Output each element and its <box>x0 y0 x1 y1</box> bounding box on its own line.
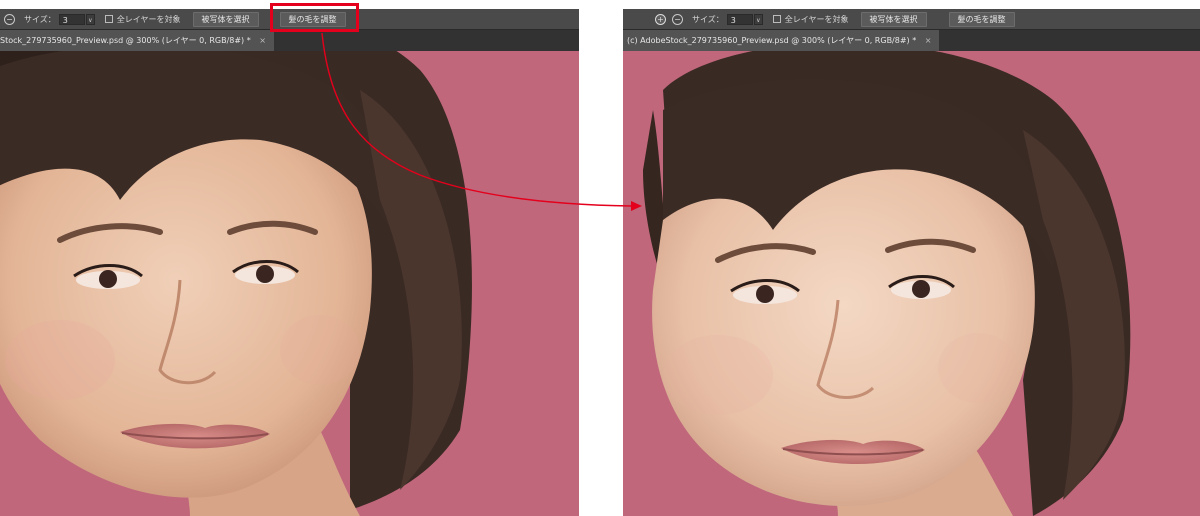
after-panel: + − サイズ： 3 ∨ 全レイヤーを対象 被写体を選択 髪の毛を調整 (c) … <box>623 9 1200 516</box>
sample-all-layers-checkbox[interactable] <box>772 15 781 23</box>
sample-all-layers-checkbox[interactable] <box>104 15 113 23</box>
sample-all-layers-label: 全レイヤーを対象 <box>784 14 849 24</box>
size-label: サイズ： <box>24 14 56 24</box>
portrait-photo <box>0 50 579 516</box>
document-tab-title: Stock_279735960_Preview.psd @ 300% (レイヤー… <box>0 36 251 45</box>
image-canvas[interactable] <box>0 50 579 516</box>
size-input[interactable]: 3 <box>58 13 85 25</box>
before-panel: − サイズ： 3 ∨ 全レイヤーを対象 被写体を選択 髪の毛を調整 Stock_… <box>0 9 579 516</box>
options-bar: + − サイズ： 3 ∨ 全レイヤーを対象 被写体を選択 髪の毛を調整 <box>623 9 1200 29</box>
image-canvas[interactable] <box>623 50 1200 516</box>
add-mode-icon[interactable]: + <box>655 13 666 25</box>
subtract-mode-icon[interactable]: − <box>4 13 15 25</box>
document-tab-bar: (c) AdobeStock_279735960_Preview.psd @ 3… <box>623 29 1200 51</box>
refine-hair-highlight <box>270 3 359 32</box>
document-tab-title: (c) AdobeStock_279735960_Preview.psd @ 3… <box>627 36 917 45</box>
document-tab[interactable]: Stock_279735960_Preview.psd @ 300% (レイヤー… <box>0 30 274 51</box>
portrait-photo <box>623 50 1200 516</box>
size-label: サイズ： <box>692 14 724 24</box>
close-icon[interactable]: × <box>259 36 266 45</box>
close-icon[interactable]: × <box>925 36 932 45</box>
select-subject-button[interactable]: 被写体を選択 <box>860 11 927 27</box>
size-dropdown-icon[interactable]: ∨ <box>85 13 95 25</box>
refine-hair-button[interactable]: 髪の毛を調整 <box>948 11 1015 27</box>
size-dropdown-icon[interactable]: ∨ <box>753 13 763 25</box>
document-tab[interactable]: (c) AdobeStock_279735960_Preview.psd @ 3… <box>623 30 940 51</box>
size-input[interactable]: 3 <box>726 13 753 25</box>
document-tab-bar: Stock_279735960_Preview.psd @ 300% (レイヤー… <box>0 29 579 51</box>
sample-all-layers-label: 全レイヤーを対象 <box>116 14 181 24</box>
subtract-mode-icon[interactable]: − <box>672 13 683 25</box>
select-subject-button[interactable]: 被写体を選択 <box>192 11 259 27</box>
